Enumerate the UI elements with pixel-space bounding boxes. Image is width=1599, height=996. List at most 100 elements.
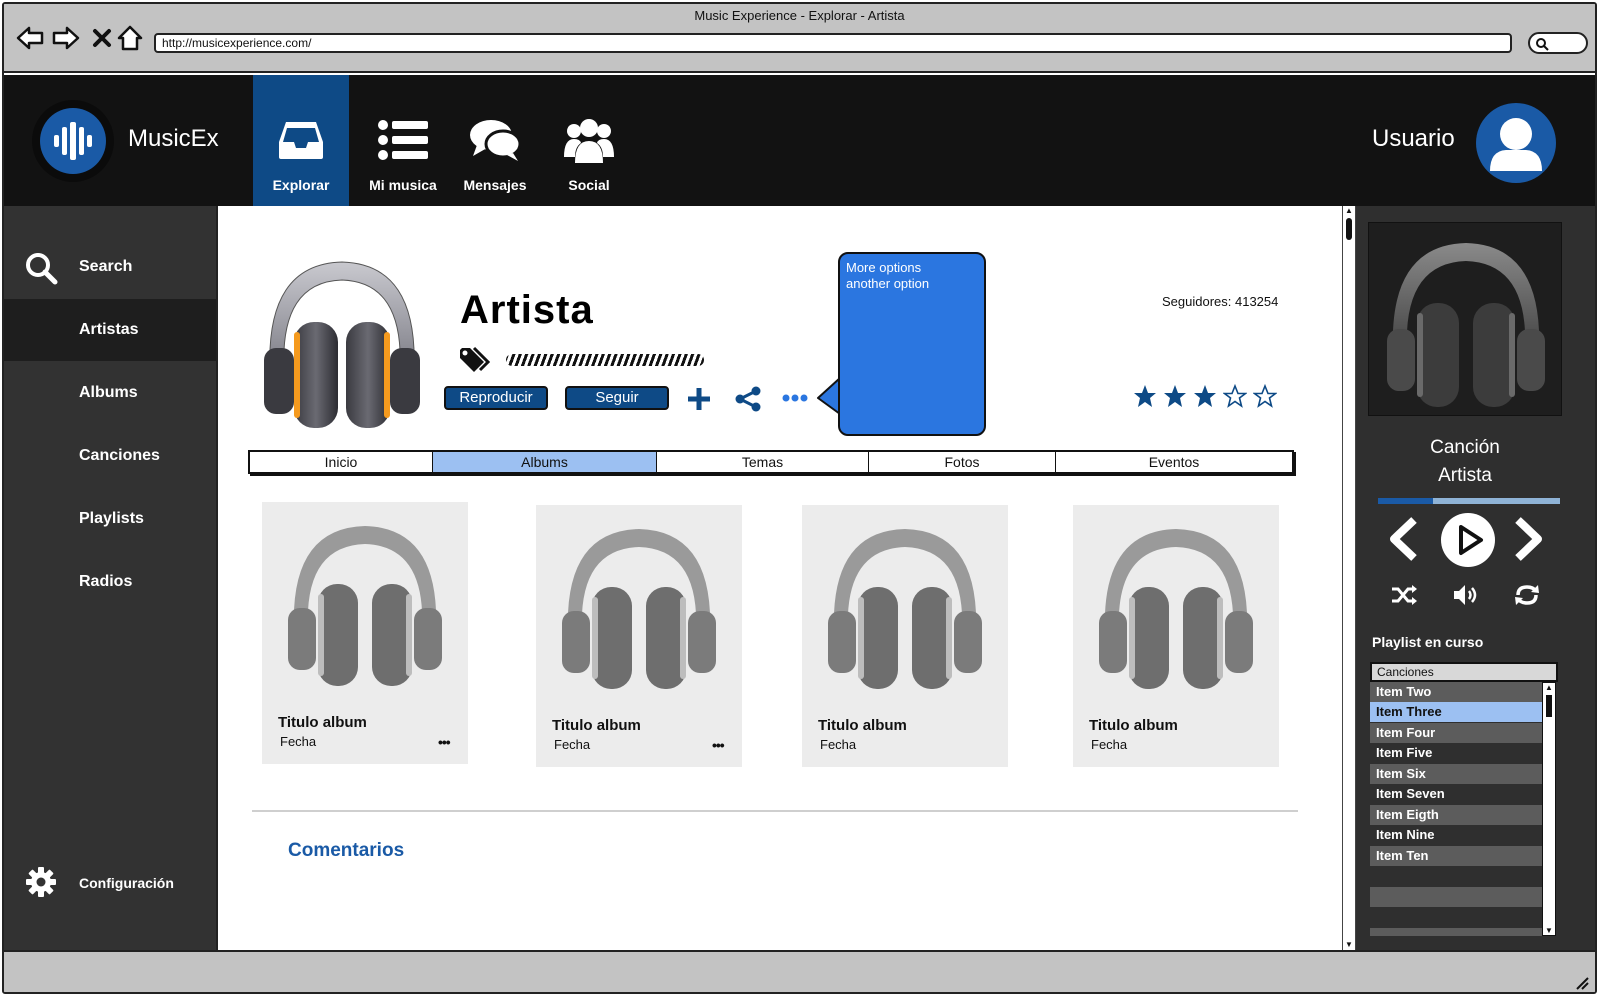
album-date: Fecha (820, 737, 857, 752)
share-icon[interactable] (734, 386, 762, 412)
list-item[interactable]: Item Four (1370, 723, 1542, 743)
resize-grip-icon[interactable] (1575, 976, 1589, 990)
album-more-icon[interactable]: ••• (712, 737, 725, 753)
scroll-up-icon[interactable]: ▲ (1545, 683, 1553, 692)
home-icon[interactable] (116, 24, 144, 52)
list-item-empty (1370, 887, 1542, 907)
sidebar-item-radios[interactable]: Radios (4, 551, 216, 613)
scroll-down-icon[interactable]: ▼ (1345, 941, 1353, 949)
user-icon (1490, 118, 1542, 171)
nav-mi-musica[interactable]: Mi musica (355, 75, 451, 206)
followers-count: Seguidores: 413254 (1162, 294, 1279, 309)
tab-inicio[interactable]: Inicio (250, 452, 433, 472)
app-logo[interactable] (32, 100, 114, 182)
user-name[interactable]: Usuario (1372, 125, 1455, 153)
artist-tabs: Inicio Albums Temas Fotos Eventos (248, 450, 1294, 474)
list-item[interactable]: Item Seven (1370, 784, 1542, 804)
scrollbar-thumb[interactable] (1546, 695, 1552, 717)
follow-button[interactable]: Seguir (565, 386, 669, 410)
sidebar-item-label: Radios (79, 573, 133, 590)
list-item[interactable]: Item Six (1370, 764, 1542, 784)
volume-icon[interactable] (1452, 583, 1480, 607)
artist-image (254, 252, 430, 441)
star-empty-icon[interactable] (1253, 384, 1277, 408)
tags-icon (460, 346, 491, 372)
list-item[interactable]: Item Eigth (1370, 805, 1542, 825)
now-playing-song: Canción (1430, 437, 1500, 458)
album-cover-headphones (288, 526, 442, 686)
album-date: Fecha (1091, 737, 1128, 752)
scrollbar-thumb[interactable] (1346, 218, 1352, 240)
star-filled-icon[interactable] (1163, 384, 1187, 408)
user-avatar[interactable] (1476, 103, 1556, 183)
playback-progress[interactable] (1378, 498, 1560, 504)
sidebar-item-configuracion[interactable]: Configuración (4, 851, 216, 913)
sidebar-item-artistas[interactable]: Artistas (4, 299, 216, 361)
add-icon[interactable] (686, 386, 712, 412)
star-filled-icon[interactable] (1133, 384, 1157, 408)
nav-mensajes[interactable]: Mensajes (447, 75, 543, 206)
browser-search-field[interactable] (1528, 32, 1588, 54)
star-empty-icon[interactable] (1223, 384, 1247, 408)
album-card[interactable]: Titulo album Fecha (802, 505, 1008, 767)
tab-temas[interactable]: Temas (657, 452, 869, 472)
window-title: Music Experience - Explorar - Artista (694, 8, 905, 23)
rating-stars[interactable] (1133, 384, 1277, 408)
previous-icon[interactable] (1386, 516, 1420, 562)
cover-headphones (1387, 243, 1545, 407)
main-scrollbar[interactable]: ▲ ▼ (1342, 206, 1356, 950)
tab-fotos[interactable]: Fotos (869, 452, 1056, 472)
comments-heading: Comentarios (288, 840, 405, 861)
album-more-icon[interactable]: ••• (438, 734, 451, 750)
sidebar-item-search[interactable]: Search (4, 236, 216, 298)
now-playing-info: Canción Artista (1356, 434, 1574, 490)
address-bar[interactable]: http://musicexperience.com/ (154, 33, 1512, 53)
playlist-label: Playlist en curso (1372, 634, 1484, 650)
sidebar-item-playlists[interactable]: Playlists (4, 488, 216, 550)
list-item[interactable]: Item Two (1370, 682, 1542, 702)
album-cover-headphones (1099, 529, 1253, 689)
album-card[interactable]: Titulo album Fecha ••• (536, 505, 742, 767)
menu-item-another-option[interactable]: another option (846, 276, 978, 292)
menu-item-more-options[interactable]: More options (846, 260, 978, 276)
more-options-icon[interactable] (782, 394, 808, 402)
album-card[interactable]: Titulo album Fecha (1073, 505, 1279, 767)
tab-albums[interactable]: Albums (433, 452, 657, 472)
playlist-scrollbar[interactable]: ▲ ▼ (1542, 682, 1556, 936)
repeat-icon[interactable] (1514, 583, 1540, 607)
play-button[interactable]: Reproducir (444, 386, 548, 410)
nav-explorar[interactable]: Explorar (253, 75, 349, 206)
app-header: MusicEx Explorar Mi musica Mensajes Soci… (4, 75, 1595, 206)
play-icon[interactable] (1440, 512, 1496, 568)
album-cover-headphones (562, 529, 716, 689)
list-item[interactable]: Item Five (1370, 743, 1542, 763)
sidebar-item-canciones[interactable]: Canciones (4, 425, 216, 487)
list-item[interactable]: Item Three (1370, 702, 1542, 722)
star-filled-icon[interactable] (1193, 384, 1217, 408)
sidebar: Search Artistas Albums Canciones Playlis… (4, 206, 218, 950)
back-icon[interactable] (16, 24, 44, 52)
list-item[interactable]: Item Nine (1370, 825, 1542, 845)
forward-icon[interactable] (52, 24, 80, 52)
progress-fill (1378, 498, 1433, 504)
stop-icon[interactable] (88, 24, 116, 52)
tags-text-placeholder (506, 354, 704, 366)
sidebar-item-albums[interactable]: Albums (4, 362, 216, 424)
sidebar-item-label: Search (79, 258, 133, 275)
list-item-empty (1370, 928, 1542, 936)
more-options-menu: More options another option (838, 252, 986, 436)
nav-label: Social (568, 177, 610, 193)
tab-eventos[interactable]: Eventos (1056, 452, 1292, 472)
scroll-down-icon[interactable]: ▼ (1545, 926, 1553, 935)
shuffle-icon[interactable] (1390, 584, 1418, 606)
scroll-up-icon[interactable]: ▲ (1345, 207, 1353, 215)
search-icon (26, 253, 58, 285)
list-item[interactable]: Item Ten (1370, 846, 1542, 866)
browser-window: Music Experience - Explorar - Artista ht… (2, 2, 1597, 994)
nav-social[interactable]: Social (541, 75, 637, 206)
album-card[interactable]: Titulo album Fecha ••• (262, 502, 468, 764)
playlist-list: Item Two Item Three Item Four Item Five … (1370, 682, 1560, 936)
sidebar-item-label: Canciones (79, 447, 160, 464)
next-icon[interactable] (1512, 516, 1546, 562)
playlist-select[interactable]: Canciones (1370, 662, 1558, 682)
